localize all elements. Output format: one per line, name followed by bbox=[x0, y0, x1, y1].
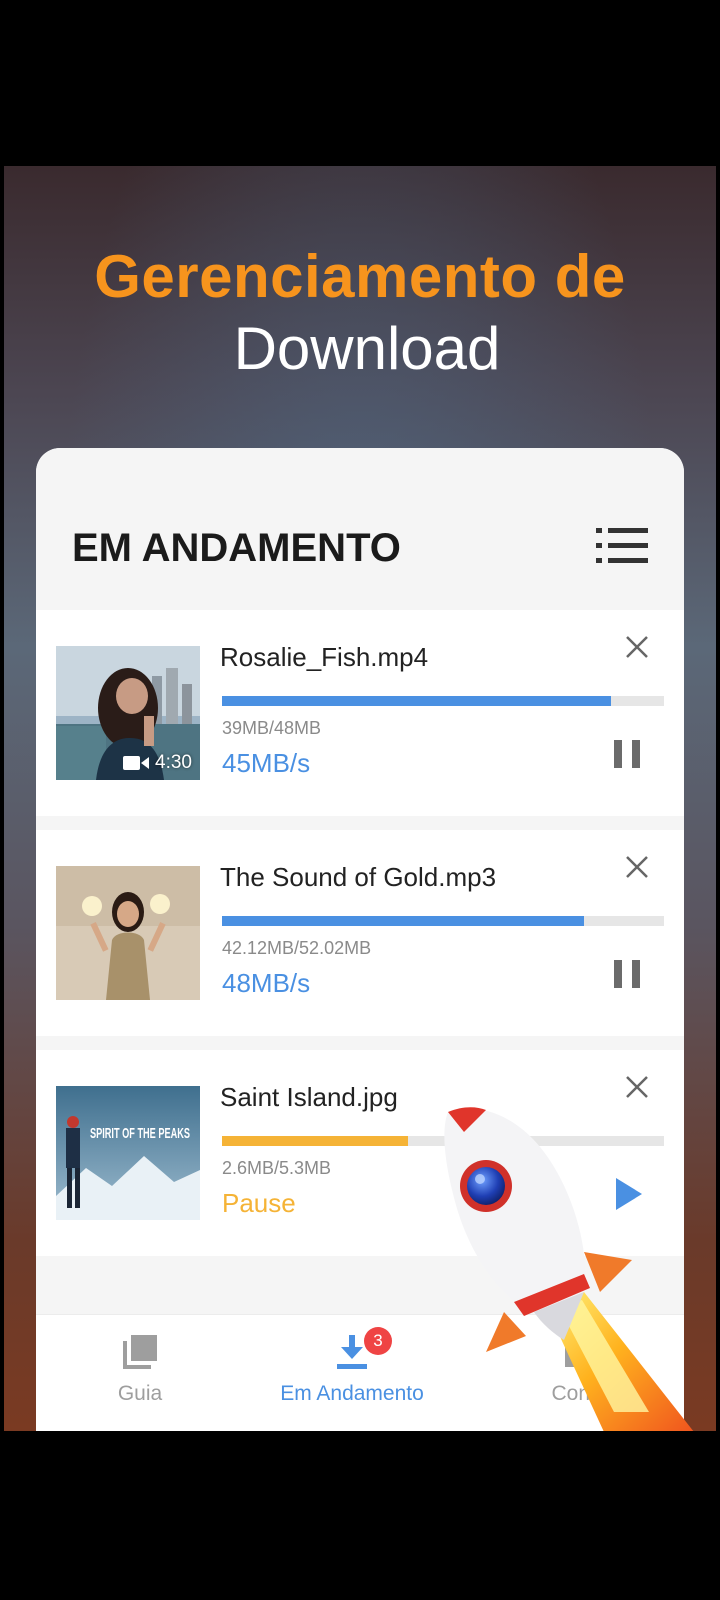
nav-label-completed: Conc bbox=[551, 1382, 601, 1405]
video-duration: 4:30 bbox=[123, 752, 192, 774]
progress-bar bbox=[222, 696, 664, 706]
file-size: 2.6MB/5.3MB bbox=[222, 1158, 332, 1178]
progress-bar bbox=[222, 916, 664, 926]
video-camera-icon bbox=[123, 756, 150, 770]
download-status: Pause bbox=[222, 1188, 296, 1218]
file-size: 42.12MB/52.02MB bbox=[222, 938, 372, 958]
completed-icon bbox=[565, 1337, 587, 1367]
file-name: Rosalie_Fish.mp4 bbox=[220, 642, 429, 672]
music-thumbnail bbox=[56, 866, 200, 1000]
pause-icon[interactable] bbox=[608, 954, 648, 994]
panel-title: EM ANDAMENTO bbox=[72, 526, 401, 570]
panel-header: EM ANDAMENTO bbox=[36, 448, 684, 610]
notification-badge: 3 bbox=[364, 1327, 392, 1355]
promo-screen: Gerenciamento de Download EM ANDAMENTO 4… bbox=[4, 166, 716, 1431]
bottom-navigation: Guia 3 Em Andamento Conc bbox=[36, 1314, 684, 1431]
guide-icon bbox=[123, 1335, 157, 1369]
pause-icon[interactable] bbox=[608, 734, 648, 774]
file-name: Saint Island.jpg bbox=[220, 1082, 398, 1112]
nav-tab-completed[interactable]: Conc bbox=[476, 1333, 676, 1406]
video-thumbnail: 4:30 bbox=[56, 646, 200, 780]
promo-headline: Gerenciamento de bbox=[94, 243, 626, 310]
downloads-panel: EM ANDAMENTO 4:30 Rosalie_Fish.mp4 39MB/… bbox=[36, 448, 684, 1431]
download-speed: 45MB/s bbox=[222, 748, 311, 778]
download-item[interactable]: SPIRIT OF THE PEAKS Saint Island.jpg 2.6… bbox=[36, 1050, 684, 1256]
list-icon[interactable] bbox=[596, 526, 648, 566]
download-item[interactable]: 4:30 Rosalie_Fish.mp4 39MB/48MB 45MB/s bbox=[36, 610, 684, 816]
image-thumbnail: SPIRIT OF THE PEAKS bbox=[56, 1086, 200, 1220]
nav-tab-guide[interactable]: Guia bbox=[40, 1333, 240, 1406]
file-size: 39MB/48MB bbox=[222, 718, 322, 738]
close-icon[interactable] bbox=[624, 1074, 650, 1100]
progress-fill bbox=[222, 696, 611, 706]
progress-bar bbox=[222, 1136, 664, 1146]
download-speed: 48MB/s bbox=[222, 968, 311, 998]
close-icon[interactable] bbox=[624, 634, 650, 660]
download-item[interactable]: The Sound of Gold.mp3 42.12MB/52.02MB 48… bbox=[36, 830, 684, 1036]
promo-subline: Download bbox=[233, 315, 501, 382]
file-name: The Sound of Gold.mp3 bbox=[220, 862, 497, 892]
nav-tab-in-progress[interactable]: 3 Em Andamento bbox=[252, 1327, 452, 1406]
nav-label-in-progress: Em Andamento bbox=[280, 1382, 424, 1405]
duration-text: 4:30 bbox=[155, 752, 192, 773]
thumbnail-title: SPIRIT OF THE PEAKS bbox=[90, 1125, 190, 1142]
progress-fill bbox=[222, 916, 585, 926]
progress-fill bbox=[222, 1136, 408, 1146]
nav-label-guide: Guia bbox=[117, 1382, 163, 1405]
play-icon[interactable] bbox=[608, 1174, 648, 1214]
close-icon[interactable] bbox=[624, 854, 650, 880]
